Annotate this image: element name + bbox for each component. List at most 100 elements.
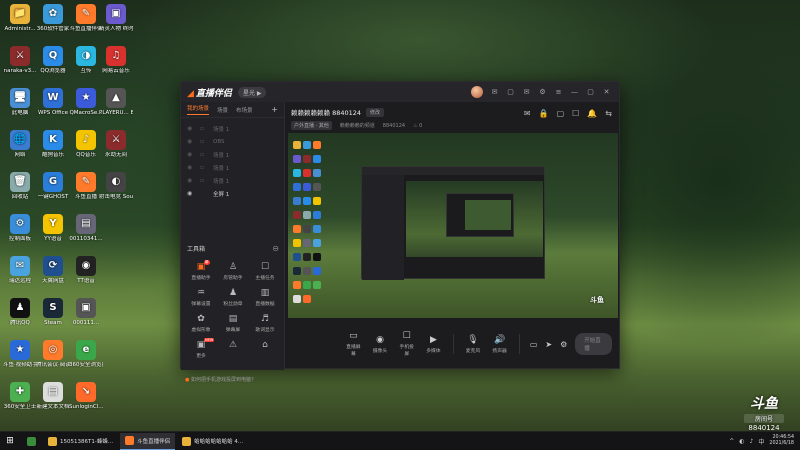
desktop-icon[interactable]: ◎ 腾讯会议·阅读: [36, 340, 70, 368]
tool-button[interactable]: ♙ 房管助手: [217, 262, 249, 281]
microphone-button[interactable]: 🎙 麦克风: [464, 335, 483, 354]
lock-icon[interactable]: ▫: [200, 151, 208, 158]
settings-icon[interactable]: ⚙: [560, 340, 567, 349]
desktop-icon[interactable]: ✉ 瑞达远程: [3, 256, 37, 284]
desktop-icon[interactable]: 🌐 网络: [3, 130, 37, 158]
add-scene-tab-icon[interactable]: +: [271, 105, 278, 114]
desktop-icon[interactable]: ▲ PLAYERU... BATTLEG...: [99, 88, 133, 116]
clock[interactable]: 20:46:54 2021/6/18: [769, 435, 794, 447]
scene-item[interactable]: ◉ ▫ OBS: [187, 135, 278, 148]
bell-icon[interactable]: 🔔: [587, 109, 597, 118]
settings-icon[interactable]: ⚙: [538, 88, 547, 96]
tool-button[interactable]: ▣ 新直播助手: [185, 260, 217, 281]
room-meta-tag[interactable]: 户外直播 · 其他: [291, 121, 332, 130]
eye-icon[interactable]: ◉: [187, 190, 195, 197]
desktop-icon[interactable]: G 一键GHOST: [36, 172, 70, 200]
desktop-icon[interactable]: ★ 斗鱼·视频助手: [3, 340, 37, 368]
lock-icon[interactable]: ▫: [200, 125, 208, 132]
share-icon[interactable]: ⇆: [605, 109, 612, 118]
tool-button[interactable]: ✿ 虚拟形象: [185, 314, 217, 333]
desktop-icon[interactable]: ♫ 网易云音乐: [99, 46, 133, 74]
scene-item[interactable]: ◉ ▫ 场景 1: [187, 122, 278, 135]
start-live-button[interactable]: 开始直播: [575, 333, 612, 355]
desktop-icon[interactable]: ✿ 360软件管家: [36, 4, 70, 32]
desktop-icon[interactable]: 🗑 回收站: [3, 172, 37, 200]
minimize-icon[interactable]: —: [570, 88, 579, 96]
menu-icon[interactable]: ≡: [554, 88, 563, 96]
maximize-icon[interactable]: ▢: [586, 88, 595, 96]
eye-icon[interactable]: ◉: [187, 164, 195, 171]
desktop-icon[interactable]: ⚔ naraka-v3...: [3, 46, 37, 74]
lock-icon[interactable]: ▫: [200, 177, 208, 184]
windows-start-icon[interactable]: ⊞: [0, 436, 20, 446]
desktop-icon[interactable]: Y YY语音: [36, 214, 70, 242]
desktop-icon[interactable]: ▤ 00110341...: [69, 214, 103, 242]
tool-button[interactable]: ⚠: [217, 340, 249, 359]
desktop-icon[interactable]: W WPS Office: [36, 88, 70, 116]
eye-icon[interactable]: ◉: [187, 125, 195, 132]
tool-button[interactable]: ▥ 直播数据: [249, 288, 281, 307]
desktop-icon[interactable]: ♟ 腾讯QQ: [3, 298, 37, 326]
scene-item[interactable]: ◉ ▫ 场景 1: [187, 148, 278, 161]
taskbar-item[interactable]: 蛤蛤蛤蛤蛤蛤蛤 4...: [177, 433, 248, 450]
desktop-icon[interactable]: 🖥 此电脑: [3, 88, 37, 116]
desktop-icon[interactable]: K 酷狗音乐: [36, 130, 70, 158]
desktop-icon[interactable]: ⟳ 天翼网盘: [36, 256, 70, 284]
desktop-icon[interactable]: ▣ 精灵人物 终时 ...: [99, 4, 133, 32]
desktop-icon[interactable]: ✎ 斗鱼直播: [69, 172, 103, 200]
tool-button[interactable]: ♒ 弹幕设置: [185, 288, 217, 307]
desktop-icon[interactable]: ✚ 360安全卫士: [3, 382, 37, 410]
desktop-icon[interactable]: ★ QMacroSe...: [69, 88, 103, 116]
taskbar-item[interactable]: 斗鱼直播伴侣: [120, 432, 176, 450]
tool-button[interactable]: ▣ NEW 更多: [185, 338, 217, 359]
tool-button[interactable]: ♬ 歌词显示: [249, 314, 281, 333]
eye-icon[interactable]: ◉: [187, 177, 195, 184]
desktop-icon[interactable]: ✎ 斗鱼直播伴侣: [69, 4, 103, 32]
tab-scene-0[interactable]: 我的场景: [187, 104, 210, 115]
desktop-icon[interactable]: S Steam: [36, 298, 70, 326]
tab-scene-2[interactable]: 布场景: [236, 106, 253, 114]
desktop-icon[interactable]: ⚔ 永劫无间: [99, 130, 133, 158]
desktop-icon[interactable]: ↘ SunloginCl...: [69, 382, 103, 410]
camera-button[interactable]: ◉ 摄像头: [371, 335, 390, 354]
network-icon[interactable]: ◐: [739, 438, 744, 445]
message-icon[interactable]: ✉: [490, 88, 499, 96]
screen-icon[interactable]: ▢: [557, 109, 565, 118]
desktop-icon[interactable]: ◉ TT语音: [69, 256, 103, 284]
edit-room-button[interactable]: 修改: [366, 107, 385, 117]
desktop-icon[interactable]: 📁 Administr...: [3, 4, 37, 32]
scene-item[interactable]: ◉ ▫ 场景 1: [187, 174, 278, 187]
tool-button[interactable]: ♟ 粉丝勋章: [217, 288, 249, 307]
desktop-icon[interactable]: ▤ 新建文本文档: [36, 382, 70, 410]
screen-capture-button[interactable]: ▭ 直播屏幕: [344, 331, 363, 357]
desktop-icon[interactable]: ⚙ 控制面板: [3, 214, 37, 242]
desktop-icon[interactable]: ◐ 射击电竞 Sound D...: [99, 172, 133, 200]
desktop-icon[interactable]: ▣ 000111...: [69, 298, 103, 326]
close-icon[interactable]: ✕: [602, 88, 611, 96]
tool-button[interactable]: ▤ 弹幕屏: [217, 314, 249, 333]
version-pill[interactable]: 星光 ▶: [237, 86, 267, 98]
toolbox-settings-icon[interactable]: ⊖: [272, 244, 279, 253]
tool-button[interactable]: ☐ 主播任务: [249, 262, 281, 281]
tab-scene-1[interactable]: 场景: [217, 106, 228, 114]
inbox-icon[interactable]: ✉: [524, 109, 531, 118]
desktop-icon[interactable]: Q QQ浏览器: [36, 46, 70, 74]
window-icon[interactable]: ☐: [572, 109, 579, 118]
mail-icon[interactable]: ✉: [522, 88, 531, 96]
lock-icon[interactable]: ▫: [200, 138, 208, 145]
taskbar-item[interactable]: [22, 433, 41, 450]
volume-icon[interactable]: ♪: [750, 438, 754, 445]
desktop-icon[interactable]: ◑ 互传: [69, 46, 103, 74]
scene-item[interactable]: ◉ 全屏 1: [187, 187, 278, 200]
media-button[interactable]: ▶ 多媒体: [424, 335, 443, 354]
tool-button[interactable]: ⌂: [249, 340, 281, 359]
eye-icon[interactable]: ◉: [187, 151, 195, 158]
lock-icon[interactable]: 🔒: [539, 109, 549, 118]
lock-icon[interactable]: ▫: [200, 164, 208, 171]
speaker-button[interactable]: 🔊 扬声器: [490, 335, 509, 354]
tray-expand-icon[interactable]: ^: [729, 438, 734, 445]
user-avatar[interactable]: [471, 86, 483, 98]
ime-icon[interactable]: 中: [758, 437, 764, 446]
desktop-icon[interactable]: e 360安全浏览器: [69, 340, 103, 368]
desktop-icon[interactable]: ♪ QQ音乐: [69, 130, 103, 158]
